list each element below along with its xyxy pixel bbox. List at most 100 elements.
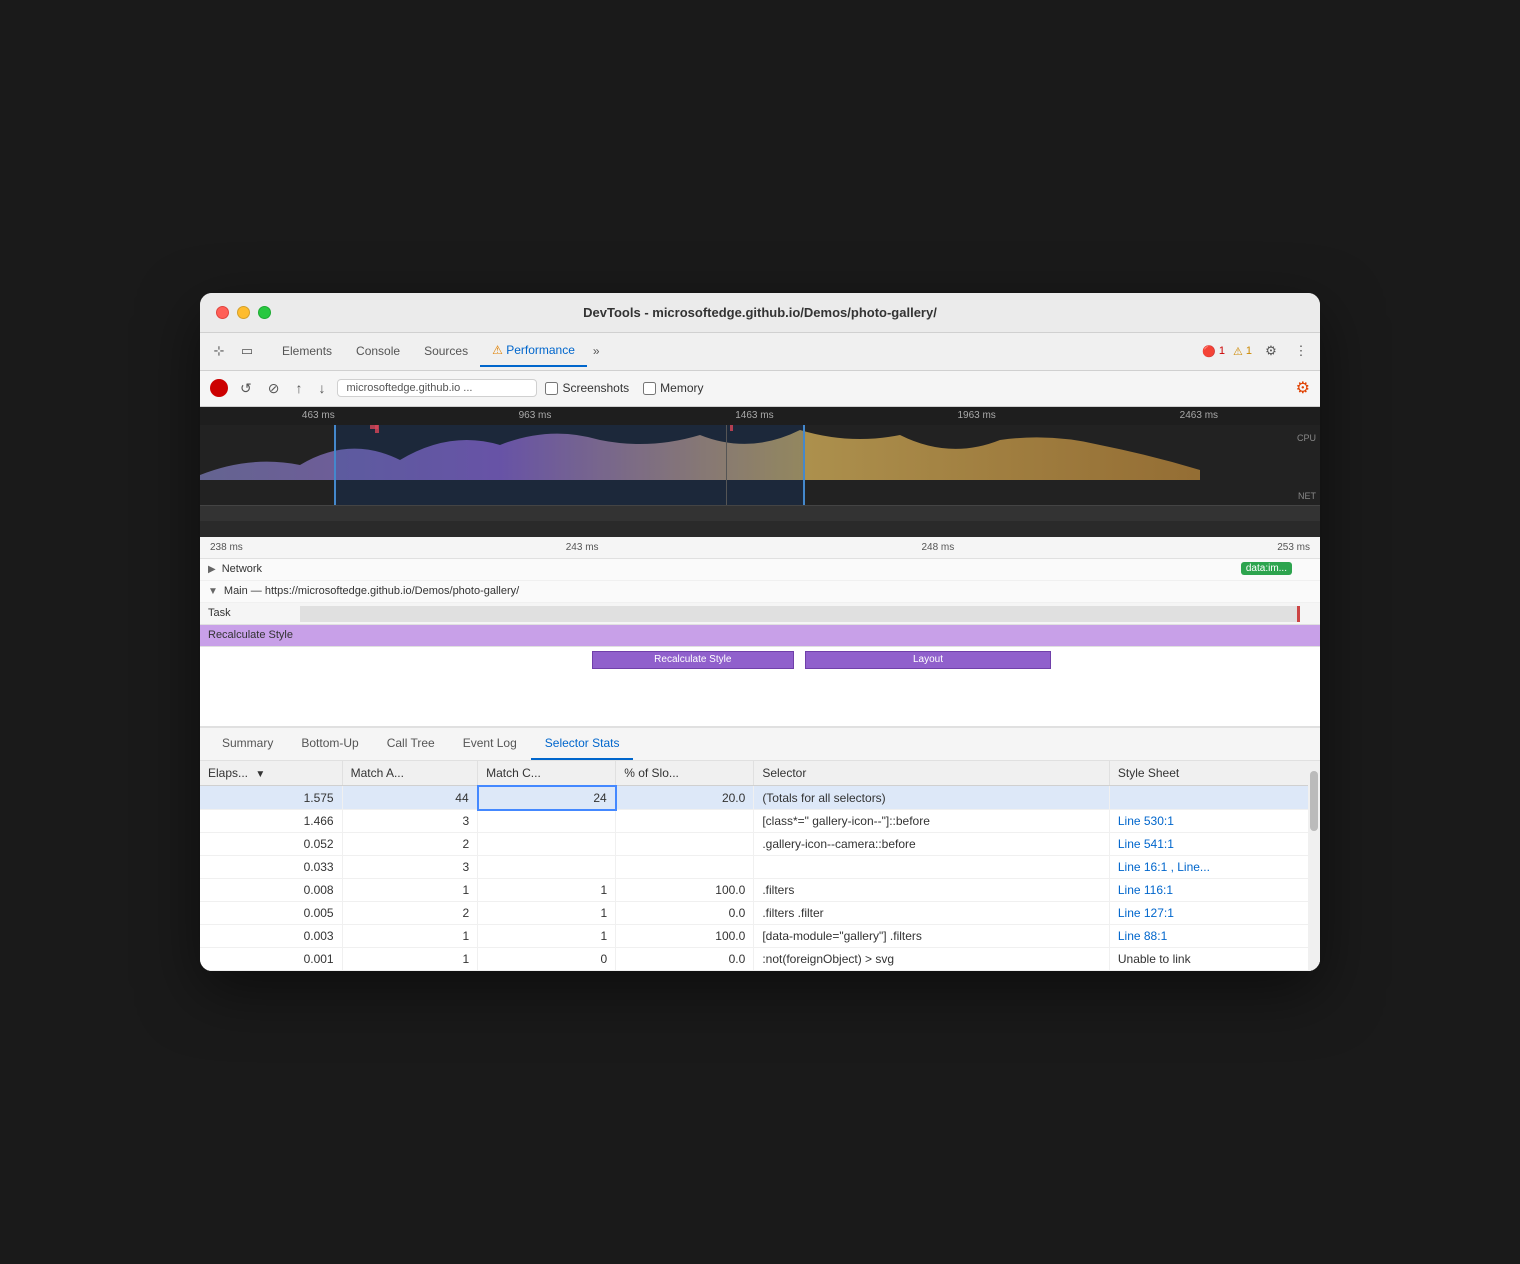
cell-sheet-2: Line 541:1	[1109, 833, 1319, 856]
recalc-row: Recalculate Style	[200, 625, 1320, 647]
cell-elapsed-7: 0.001	[200, 948, 342, 971]
cell-match-a-0: 44	[342, 786, 478, 810]
minimize-button[interactable]	[237, 306, 250, 319]
col-elapsed[interactable]: Elaps... ▼	[200, 761, 342, 786]
perf-settings-icon[interactable]: ⚙	[1296, 380, 1310, 397]
cell-match-c-3	[478, 856, 616, 879]
cell-elapsed-0: 1.575	[200, 786, 342, 810]
cell-match-a-1: 3	[342, 810, 478, 833]
tab-call-tree[interactable]: Call Tree	[373, 728, 449, 760]
tab-bar: Elements Console Sources ⚠ Performance »	[270, 335, 1198, 367]
cell-selector-7: :not(foreignObject) > svg	[754, 948, 1110, 971]
main-row[interactable]: ▼ Main — https://microsoftedge.github.io…	[200, 581, 1320, 603]
tab-console[interactable]: Console	[344, 336, 412, 366]
cell-pct-7: 0.0	[616, 948, 754, 971]
network-badge: data:im...	[1241, 562, 1292, 575]
device-icon[interactable]: ▭	[236, 340, 258, 362]
col-match-c[interactable]: Match C...	[478, 761, 616, 786]
screenshots-checkbox[interactable]: Screenshots	[545, 381, 629, 395]
link-3[interactable]: Line 16:1 , Line...	[1118, 860, 1210, 874]
table-container: Elaps... ▼ Match A... Match C... % of Sl…	[200, 761, 1320, 972]
perf-toolbar: ↺ ⊘ ↑ ↓ microsoftedge.github.io ... Scre…	[200, 371, 1320, 407]
tab-performance[interactable]: ⚠ Performance	[480, 335, 587, 367]
window-title: DevTools - microsoftedge.github.io/Demos…	[216, 305, 1304, 320]
table-row[interactable]: 1.575 44 24 20.0 (Totals for all selecto…	[200, 786, 1320, 810]
network-row[interactable]: ▶ Network data:im...	[200, 559, 1320, 581]
col-sheet[interactable]: Style Sheet	[1109, 761, 1319, 786]
scrollbar-thumb[interactable]	[1310, 771, 1318, 831]
perf-warning-icon: ⚠	[492, 343, 503, 357]
table-header-row: Elaps... ▼ Match A... Match C... % of Sl…	[200, 761, 1320, 786]
col-pct[interactable]: % of Slo...	[616, 761, 754, 786]
timeline-selection[interactable]	[334, 425, 804, 505]
link-4[interactable]: Line 116:1	[1118, 883, 1173, 897]
inspect-icon[interactable]: ⊹	[208, 340, 230, 362]
cell-sheet-3: Line 16:1 , Line...	[1109, 856, 1319, 879]
cell-sheet-0	[1109, 786, 1319, 810]
col-match-a[interactable]: Match A...	[342, 761, 478, 786]
cell-selector-4: .filters	[754, 879, 1110, 902]
table-row[interactable]: 1.466 3 [class*=" gallery-icon--"]::befo…	[200, 810, 1320, 833]
cpu-label: CPU	[1297, 433, 1316, 443]
table-row[interactable]: 0.033 3 Line 16:1 , Line...	[200, 856, 1320, 879]
settings-icon[interactable]: ⚙	[1260, 340, 1282, 362]
cell-match-c-0: 24	[478, 786, 616, 810]
cell-elapsed-3: 0.033	[200, 856, 342, 879]
flame-chart[interactable]: Recalculate Style Layout	[200, 647, 1320, 727]
close-button[interactable]	[216, 306, 229, 319]
table-row[interactable]: 0.001 1 0 0.0 :not(foreignObject) > svg …	[200, 948, 1320, 971]
tab-summary[interactable]: Summary	[208, 728, 287, 760]
more-options-icon[interactable]: ⋮	[1290, 340, 1312, 362]
title-bar: DevTools - microsoftedge.github.io/Demos…	[200, 293, 1320, 333]
bottom-tabs: Summary Bottom-Up Call Tree Event Log Se…	[200, 728, 1320, 761]
main-toolbar: ⊹ ▭ Elements Console Sources ⚠ Performan…	[200, 333, 1320, 371]
record-button[interactable]	[210, 379, 228, 397]
timeline-graph[interactable]: CPU NET	[200, 425, 1320, 505]
tab-selector-stats[interactable]: Selector Stats	[531, 728, 634, 760]
main-expand-icon[interactable]: ▼	[208, 586, 218, 597]
error-icon: 🔴	[1202, 345, 1216, 358]
cell-selector-2: .gallery-icon--camera::before	[754, 833, 1110, 856]
table-row[interactable]: 0.008 1 1 100.0 .filters Line 116:1	[200, 879, 1320, 902]
cell-elapsed-4: 0.008	[200, 879, 342, 902]
task-row: Task	[200, 603, 1320, 625]
table-row[interactable]: 0.052 2 .gallery-icon--camera::before Li…	[200, 833, 1320, 856]
memory-input[interactable]	[643, 382, 656, 395]
download-icon[interactable]: ↓	[314, 378, 329, 398]
stop-icon[interactable]: ⊘	[264, 378, 284, 399]
tab-elements[interactable]: Elements	[270, 336, 344, 366]
upload-icon[interactable]: ↑	[291, 378, 306, 398]
cell-sheet-1: Line 530:1	[1109, 810, 1319, 833]
vertical-scrollbar[interactable]	[1308, 761, 1320, 972]
refresh-icon[interactable]: ↺	[236, 378, 256, 399]
cell-selector-6: [data-module="gallery"] .filters	[754, 925, 1110, 948]
network-expand-icon[interactable]: ▶	[208, 564, 216, 575]
memory-checkbox[interactable]: Memory	[643, 381, 703, 395]
cell-elapsed-1: 1.466	[200, 810, 342, 833]
ruler-mark-5: 2463 ms	[1180, 410, 1218, 421]
link-1[interactable]: Line 530:1	[1118, 814, 1174, 828]
timeline-ruler: 463 ms 963 ms 1463 ms 1963 ms 2463 ms	[200, 407, 1320, 425]
cell-pct-6: 100.0	[616, 925, 754, 948]
ruler-mark-4: 1963 ms	[957, 410, 995, 421]
col-selector[interactable]: Selector	[754, 761, 1110, 786]
table-row[interactable]: 0.003 1 1 100.0 [data-module="gallery"] …	[200, 925, 1320, 948]
link-2[interactable]: Line 541:1	[1118, 837, 1174, 851]
screenshots-input[interactable]	[545, 382, 558, 395]
cell-pct-5: 0.0	[616, 902, 754, 925]
link-6[interactable]: Line 88:1	[1118, 929, 1167, 943]
table-row[interactable]: 0.005 2 1 0.0 .filters .filter Line 127:…	[200, 902, 1320, 925]
bottom-panel: Summary Bottom-Up Call Tree Event Log Se…	[200, 728, 1320, 972]
tab-sources[interactable]: Sources	[412, 336, 480, 366]
cell-selector-5: .filters .filter	[754, 902, 1110, 925]
tab-more[interactable]: »	[587, 340, 606, 362]
toolbar-right: 🔴 1 ⚠ 1 ⚙ ⋮	[1202, 340, 1312, 362]
cell-sheet-6: Line 88:1	[1109, 925, 1319, 948]
tab-event-log[interactable]: Event Log	[449, 728, 531, 760]
link-5[interactable]: Line 127:1	[1118, 906, 1174, 920]
tab-bottom-up[interactable]: Bottom-Up	[287, 728, 372, 760]
bottom-mark-3: 248 ms	[921, 542, 954, 553]
warning-icon: ⚠	[1233, 345, 1243, 358]
maximize-button[interactable]	[258, 306, 271, 319]
cell-match-a-4: 1	[342, 879, 478, 902]
